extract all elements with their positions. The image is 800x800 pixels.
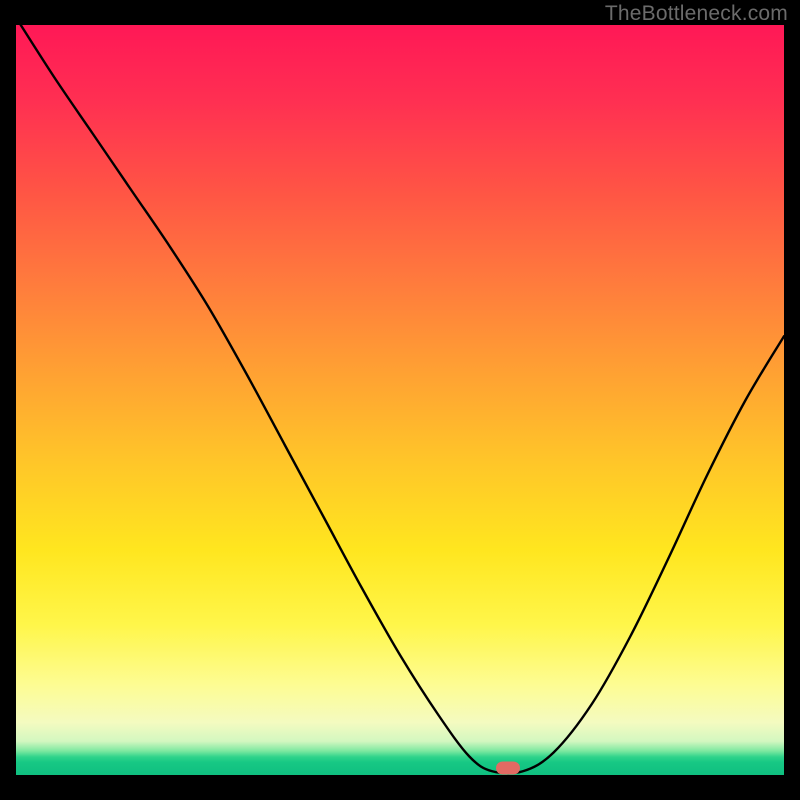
plot-area — [16, 25, 784, 775]
optimum-marker — [496, 761, 520, 774]
bottleneck-curve — [16, 25, 784, 775]
attribution-label: TheBottleneck.com — [605, 2, 788, 26]
chart-stage: TheBottleneck.com — [0, 0, 800, 800]
